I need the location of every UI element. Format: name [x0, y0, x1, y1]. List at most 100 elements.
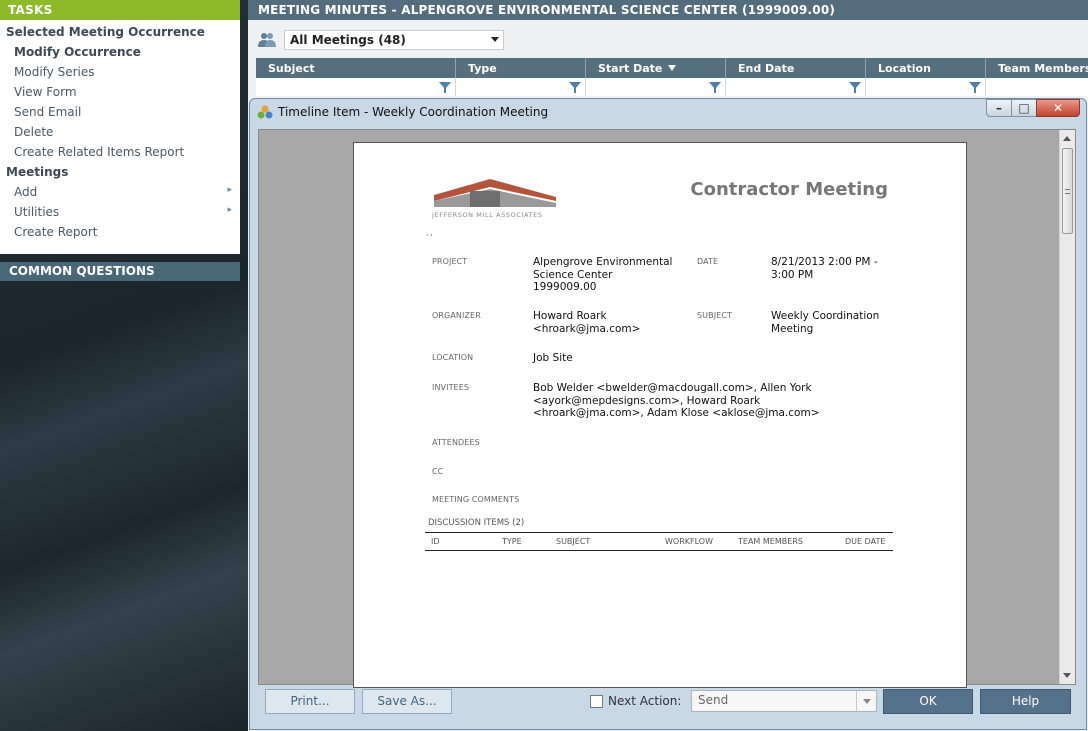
section-meetings: Meetings: [6, 165, 69, 179]
meetings-dropdown[interactable]: All Meetings (48): [284, 30, 504, 50]
task-send-email[interactable]: Send Email: [0, 102, 240, 122]
help-button[interactable]: Help: [980, 689, 1071, 714]
column-start-date[interactable]: Start Date: [586, 58, 726, 78]
document-title: Contractor Meeting: [690, 179, 888, 200]
filter-icon[interactable]: [709, 82, 721, 93]
task-view-form[interactable]: View Form: [0, 82, 240, 102]
project-value: Alpengrove Environmental Science Center …: [533, 256, 673, 293]
window-controls: – □ ✕: [986, 99, 1080, 117]
document-page: JEFFERSON MILL ASSOCIATES Contractor Mee…: [353, 142, 967, 688]
meeting-comments-label: MEETING COMMENTS: [432, 495, 520, 504]
meetings-dropdown-value: All Meetings (48): [290, 33, 406, 47]
section-selected-meeting: Selected Meeting Occurrence: [6, 25, 205, 39]
app-icon: [257, 105, 273, 119]
th-id: ID: [431, 537, 440, 546]
filter-icon[interactable]: [439, 82, 451, 93]
invitees-value: Bob Welder <bwelder@macdougall.com>, All…: [533, 382, 820, 419]
filter-start-date[interactable]: [586, 78, 726, 96]
scroll-up-icon[interactable]: [1063, 136, 1071, 141]
tasks-header: TASKS: [0, 0, 240, 20]
maximize-button[interactable]: □: [1011, 99, 1037, 117]
dialog-title: Timeline Item - Weekly Coordination Meet…: [278, 105, 549, 119]
th-subject: SUBJECT: [556, 537, 591, 546]
task-add-label: Add: [14, 185, 38, 199]
filter-icon[interactable]: [849, 82, 861, 93]
filter-team-members[interactable]: [986, 78, 1088, 96]
maximize-icon: □: [1018, 101, 1030, 115]
organizer-label: ORGANIZER: [432, 311, 481, 320]
grip-icon: [1065, 189, 1070, 194]
dialog-titlebar[interactable]: Timeline Item - Weekly Coordination Meet…: [250, 99, 1086, 125]
grid-filter-row: [256, 78, 1088, 96]
timeline-item-dialog: Timeline Item - Weekly Coordination Meet…: [249, 98, 1087, 730]
project-label: PROJECT: [432, 257, 468, 266]
organizer-value: Howard Roark <hroark@jma.com>: [533, 310, 641, 335]
chevron-down-icon: [491, 37, 499, 42]
attendees-label: ATTENDEES: [432, 438, 480, 447]
next-action-label: Next Action:: [608, 694, 682, 708]
task-utilities[interactable]: Utilities ▸: [0, 202, 240, 222]
subject-label: SUBJECT: [697, 311, 733, 320]
close-icon: ✕: [1052, 101, 1064, 115]
column-location[interactable]: Location: [866, 58, 986, 78]
column-end-date[interactable]: End Date: [726, 58, 866, 78]
minimize-icon: –: [996, 101, 1002, 115]
vertical-scrollbar[interactable]: [1059, 130, 1075, 684]
minimize-button[interactable]: –: [986, 99, 1012, 117]
task-modify-occurrence[interactable]: Modify Occurrence: [0, 42, 240, 62]
th-due-date: DUE DATE: [845, 537, 886, 546]
filter-icon[interactable]: [569, 82, 581, 93]
location-value: Job Site: [533, 352, 573, 364]
column-type[interactable]: Type: [456, 58, 586, 78]
th-workflow: WORKFLOW: [665, 537, 713, 546]
logo-text: JEFFERSON MILL ASSOCIATES: [431, 211, 543, 219]
submenu-arrow-icon: ▸: [227, 205, 232, 215]
close-button[interactable]: ✕: [1036, 99, 1080, 117]
print-button[interactable]: Print...: [265, 689, 355, 714]
cc-label: CC: [432, 467, 444, 476]
save-as-button[interactable]: Save As...: [362, 689, 452, 714]
document-viewer[interactable]: JEFFERSON MILL ASSOCIATES Contractor Mee…: [258, 129, 1076, 688]
filter-type[interactable]: [456, 78, 586, 96]
column-subject[interactable]: Subject: [256, 58, 456, 78]
common-questions-header[interactable]: COMMON QUESTIONS: [0, 262, 240, 281]
company-logo: JEFFERSON MILL ASSOCIATES: [431, 179, 556, 219]
column-team-members[interactable]: Team Members: [986, 58, 1088, 78]
scrollbar-thumb[interactable]: [1062, 148, 1073, 234]
ok-button[interactable]: OK: [883, 689, 973, 714]
left-sidebar: TASKS Selected Meeting Occurrence Modify…: [0, 0, 248, 731]
page-title: MEETING MINUTES - ALPENGROVE ENVIRONMENT…: [248, 0, 1088, 20]
next-action-value: Send: [698, 693, 729, 707]
date-label: DATE: [697, 257, 719, 266]
subject-value: Weekly Coordination Meeting: [771, 310, 880, 335]
scroll-down-icon[interactable]: [1063, 673, 1071, 678]
location-label: LOCATION: [432, 353, 474, 362]
task-utilities-label: Utilities: [14, 205, 60, 219]
task-add[interactable]: Add ▸: [0, 182, 240, 202]
discussion-items-title: DISCUSSION ITEMS (2): [428, 518, 525, 528]
submenu-arrow-icon: ▸: [227, 185, 232, 195]
th-team-members: TEAM MEMBERS: [738, 537, 803, 546]
next-action-checkbox[interactable]: [590, 695, 603, 708]
sort-desc-icon: [668, 65, 677, 71]
filter-subject[interactable]: [256, 78, 456, 96]
dialog-footer: Print... Save As... Next Action: Send OK…: [250, 685, 1086, 729]
discussion-items-table: ID TYPE SUBJECT WORKFLOW TEAM MEMBERS DU…: [425, 532, 893, 551]
filter-location[interactable]: [866, 78, 986, 96]
th-type: TYPE: [502, 537, 522, 546]
stray-text: , ,: [426, 229, 433, 237]
date-value: 8/21/2013 2:00 PM - 3:00 PM: [771, 256, 878, 281]
next-action-select[interactable]: Send: [691, 690, 877, 712]
task-create-related-items-report[interactable]: Create Related Items Report: [0, 142, 240, 162]
people-icon: [258, 33, 276, 47]
column-start-date-label: Start Date: [598, 62, 663, 75]
filter-icon[interactable]: [969, 82, 981, 93]
task-modify-series[interactable]: Modify Series: [0, 62, 240, 82]
tasks-panel: Selected Meeting Occurrence Modify Occur…: [0, 20, 240, 254]
task-delete[interactable]: Delete: [0, 122, 240, 142]
grid-header: Subject Type Start Date End Date Locatio…: [256, 58, 1088, 78]
invitees-label: INVITEES: [432, 383, 470, 392]
chevron-down-icon: [856, 691, 876, 711]
task-create-report[interactable]: Create Report: [0, 222, 240, 242]
filter-end-date[interactable]: [726, 78, 866, 96]
